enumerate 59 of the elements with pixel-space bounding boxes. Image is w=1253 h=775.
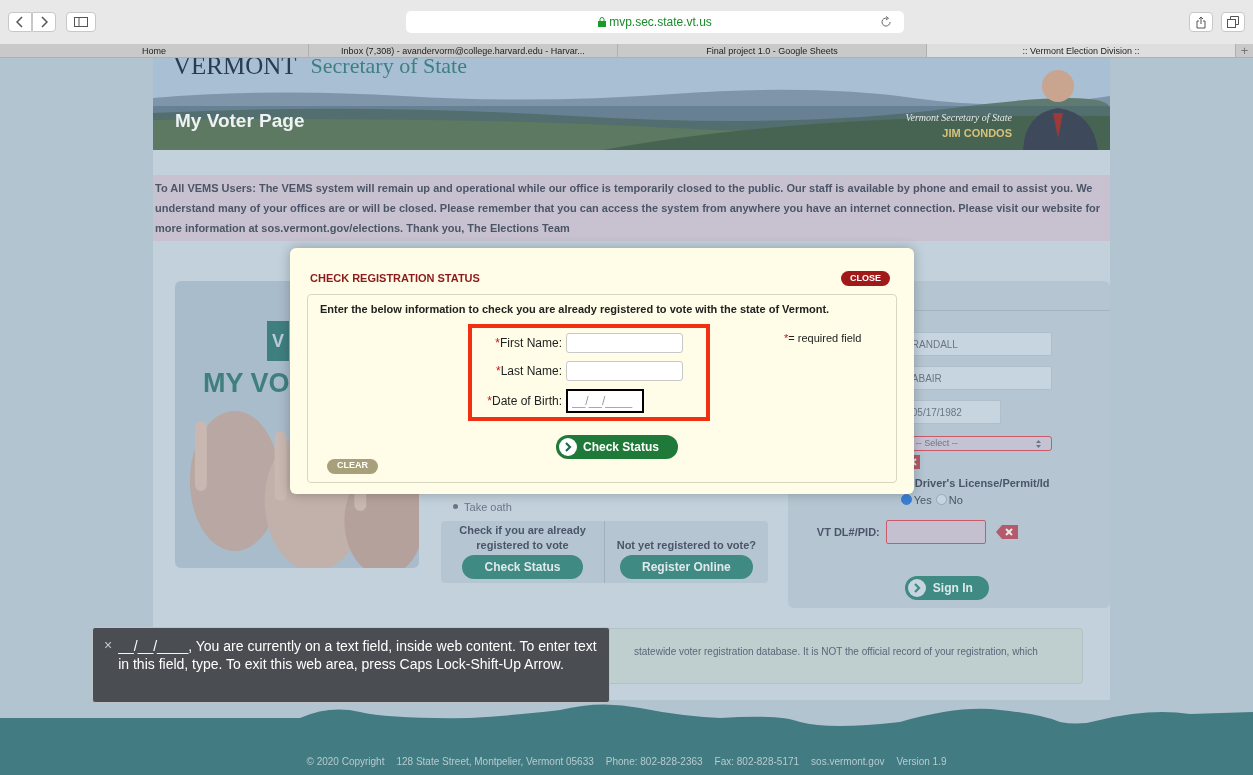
footer-text: Phone: 802-828-2363 bbox=[605, 755, 703, 769]
sign-in-button[interactable]: Sign In bbox=[904, 576, 989, 600]
footer-text: sos.vermont.gov bbox=[811, 755, 885, 769]
footer-text: Version 1.9 bbox=[896, 755, 947, 769]
license-question: Driver's License/Permit/Id bbox=[914, 476, 1051, 491]
text-field[interactable] bbox=[885, 520, 986, 544]
ballot-box-text: V bbox=[272, 329, 284, 353]
back-button[interactable] bbox=[8, 12, 32, 32]
caret-icon bbox=[1035, 439, 1041, 448]
official-name: JIM CONDOS bbox=[942, 126, 1012, 141]
close-button[interactable]: CLOSE bbox=[841, 270, 890, 286]
required-note: *= required field bbox=[784, 331, 862, 346]
modal-title: CHECK REGISTRATION STATUS bbox=[310, 271, 480, 286]
footer-text: Fax: 802-828-5171 bbox=[714, 755, 800, 769]
sidebar-button[interactable] bbox=[66, 12, 96, 32]
office-title: Secretary of State bbox=[310, 58, 467, 80]
tabs-button[interactable] bbox=[1221, 12, 1245, 32]
disclaimer-text: statewide voter registration database. It is NOT the official record of your registration, which bbox=[634, 646, 1038, 657]
promo-heading: MY VO bbox=[203, 367, 290, 399]
chevron-right-icon bbox=[40, 16, 48, 28]
clear-button[interactable]: CLEAR bbox=[327, 458, 378, 474]
instruction-text: Enter the below information to check you are already registered to vote with the state of Vermont. bbox=[320, 301, 831, 317]
field-label: VT DL#/PID: bbox=[816, 524, 880, 540]
input-field[interactable]: __/__/____ bbox=[566, 388, 644, 413]
chevron-icon bbox=[558, 437, 578, 457]
tabs-icon bbox=[1227, 16, 1239, 28]
check-status-button[interactable]: Check Status bbox=[556, 435, 678, 459]
chevron-icon bbox=[906, 578, 927, 598]
browser-tab[interactable]: :: Vermont Election Division :: bbox=[927, 44, 1236, 57]
clear-icon[interactable] bbox=[995, 525, 1018, 539]
field-label: *Last Name: bbox=[494, 362, 562, 380]
caption-text: __/__/____, You are currently on a text field, inside web content. To enter text in this field, type. To exit this web area, press Caps Lock-Shift-Up Arrow. bbox=[118, 637, 598, 674]
footer-text: © 2020 Copyright bbox=[306, 755, 385, 769]
page-title: My Voter Page bbox=[175, 109, 305, 133]
address-field[interactable]: mvp.sec.state.vt.us bbox=[406, 11, 904, 33]
radio-label: Yes bbox=[913, 492, 932, 508]
action-prompt: Not yet registered to vote? bbox=[616, 538, 757, 553]
action-button[interactable]: Register Online bbox=[620, 555, 753, 579]
lock-icon bbox=[598, 17, 607, 27]
radio-button[interactable] bbox=[935, 494, 947, 506]
new-tab-button[interactable]: + bbox=[1236, 44, 1253, 57]
footer-text: 128 State Street, Montpelier, Vermont 05633 bbox=[396, 755, 594, 769]
action-button[interactable]: Check Status bbox=[462, 555, 583, 579]
field-label: *First Name: bbox=[494, 334, 562, 352]
share-icon bbox=[1196, 15, 1206, 29]
chevron-left-icon bbox=[16, 16, 24, 28]
action-prompt: Check if you are already registered to vote bbox=[458, 523, 587, 553]
close-button[interactable]: × bbox=[104, 637, 113, 654]
state-title: VERMONT bbox=[173, 58, 297, 80]
official-title: Vermont Secretary of State bbox=[905, 111, 1012, 125]
url-text: mvp.sec.state.vt.us bbox=[609, 14, 712, 31]
notice-text: To All VEMS Users: The VEMS system will remain up and operational while our office is temporarily closed to the public. Our staff is available by phone and email to assist you. We understand many of your offices are or will be closed. Please remember that you can access the system from anywhere you have an internet connection. Please visit our website for more information at sos.vermont.gov/elections. Thank you, The Elections Team bbox=[153, 175, 1110, 241]
sidebar-icon bbox=[74, 17, 88, 27]
reload-icon[interactable] bbox=[880, 16, 892, 28]
field-label: *Date of Birth: bbox=[486, 392, 562, 410]
forward-button[interactable] bbox=[32, 12, 56, 32]
share-button[interactable] bbox=[1189, 12, 1213, 32]
step-text: Take oath bbox=[464, 499, 512, 515]
radio-label: No bbox=[948, 492, 963, 508]
